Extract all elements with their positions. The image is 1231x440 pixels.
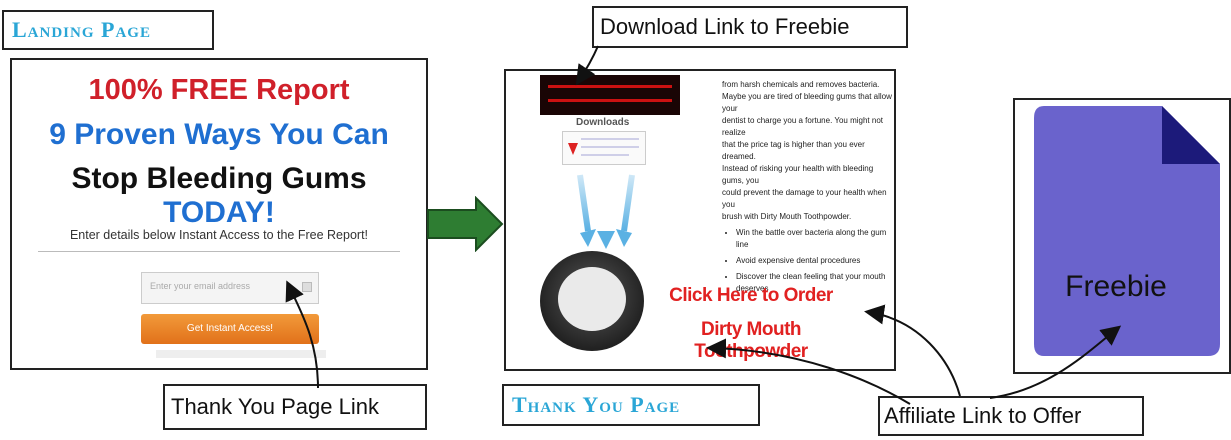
- affiliate-to-cta-arrow-2: [864, 304, 961, 397]
- thank-you-link-arrow: [285, 280, 319, 389]
- connector-arrows: [285, 45, 1122, 405]
- freebie-to-affiliate-arrow: [989, 325, 1122, 399]
- affiliate-to-cta-arrow: [706, 338, 911, 405]
- download-link-arrow: [575, 45, 599, 86]
